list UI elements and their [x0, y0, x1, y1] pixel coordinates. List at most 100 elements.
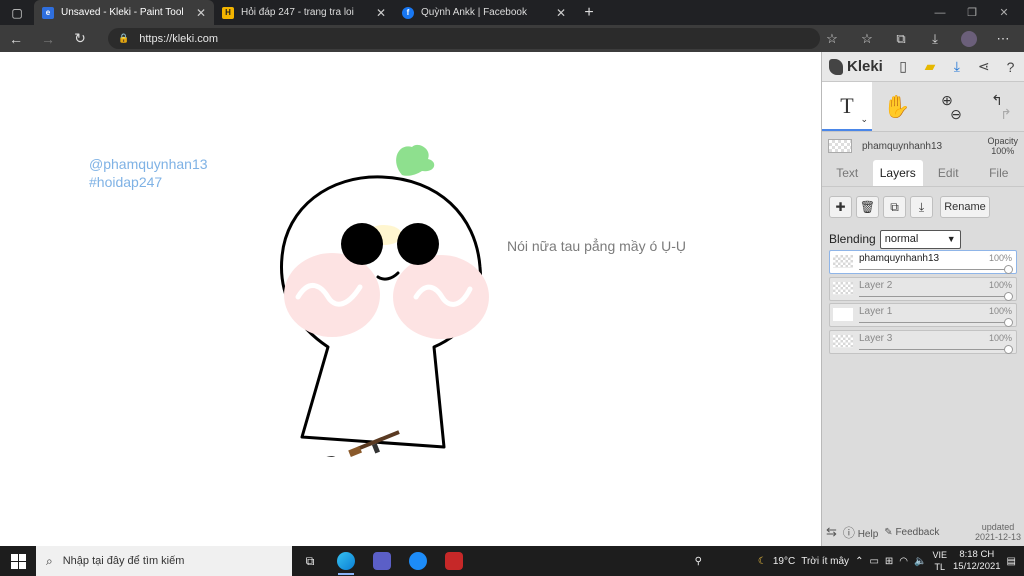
favorites-icon[interactable]: ☆: [851, 25, 883, 52]
clock-date: 15/12/2021: [953, 561, 1001, 572]
help-circle-icon[interactable]: ?: [997, 59, 1024, 75]
layer-thumbnail: [833, 281, 853, 295]
chevron-down-icon[interactable]: ⌄: [860, 114, 868, 125]
profile-avatar[interactable]: [953, 25, 985, 52]
clock[interactable]: 8:18 CH 15/12/2021: [953, 549, 1001, 573]
swap-sides-icon[interactable]: ⇆: [826, 524, 837, 540]
forward-icon[interactable]: →: [32, 31, 64, 47]
tab-file[interactable]: File: [974, 160, 1024, 186]
layer-name: phamquynhanh13: [859, 253, 940, 264]
tab-edit[interactable]: Edit: [923, 160, 974, 186]
layer-item[interactable]: Layer 2 100%: [829, 276, 1017, 301]
zoom-in-icon[interactable]: ⊕: [941, 93, 953, 107]
merge-layer-button[interactable]: ⤓: [910, 196, 933, 218]
teams-app-icon[interactable]: [364, 546, 400, 576]
weather-text[interactable]: Trời ít mây: [801, 556, 849, 567]
layer-opacity: 100%: [988, 253, 1012, 263]
layer-opacity-track[interactable]: [859, 295, 1010, 297]
tab-hoidap[interactable]: H Hỏi đáp 247 - trang tra loi ✕: [214, 0, 394, 25]
windows-taskbar: ⌕ Nhập tại đây để tìm kiếm ⧉ ⚲ ☾ 19°C Tr…: [0, 546, 1024, 576]
network-icon[interactable]: ▭: [869, 556, 878, 567]
notifications-icon[interactable]: ▤: [1007, 556, 1016, 567]
minimize-icon[interactable]: —: [924, 0, 956, 25]
layer-opacity-handle[interactable]: [1004, 265, 1013, 274]
opacity-label: Opacity: [987, 136, 1018, 146]
more-menu-icon[interactable]: ⋯: [987, 25, 1019, 52]
layer-opacity-handle[interactable]: [1004, 344, 1013, 354]
tab-kleki[interactable]: e Unsaved - Kleki - Paint Tool ✕: [34, 0, 214, 25]
blending-select[interactable]: normal ▼: [879, 229, 961, 249]
tracking-icon[interactable]: ☆: [816, 25, 848, 52]
layer-opacity-track[interactable]: [859, 269, 1010, 270]
layer-item[interactable]: Layer 1 100%: [829, 303, 1017, 327]
downloads-icon[interactable]: ⤓: [919, 25, 951, 52]
share-icon[interactable]: ⋖: [970, 58, 997, 75]
layer-item[interactable]: phamquynhanh13 100%: [829, 250, 1017, 274]
text-tool-button[interactable]: T ⌄: [822, 82, 872, 131]
url-field[interactable]: 🔒 https://kleki.com: [108, 28, 820, 49]
duplicate-layer-button[interactable]: ⧉: [883, 196, 906, 218]
tab-layers[interactable]: Layers: [872, 160, 923, 186]
updated-info[interactable]: updated 2021-12-13: [975, 522, 1021, 542]
hand-tool-button[interactable]: ✋: [872, 82, 922, 131]
layer-name: Layer 2: [859, 279, 893, 291]
tab-actions-icon[interactable]: ▢: [0, 0, 34, 25]
feedback-button[interactable]: ✎ Feedback: [884, 527, 939, 538]
blending-value: normal: [884, 233, 919, 245]
tool-row: T ⌄ ✋ ⊕ ⊖ ↰ ↱: [822, 82, 1024, 132]
kleki-logo[interactable]: Kleki: [822, 58, 890, 75]
layer-list: phamquynhanh13 100% Layer 2 100% Layer 1…: [829, 250, 1017, 356]
system-tray: ⚲ ☾ 19°C Trời ít mây ⌃ ▭ ⊞ ◠ 🔈 VIE TL 8:…: [695, 546, 1024, 576]
layer-opacity-track[interactable]: [859, 322, 1010, 323]
wifi-icon[interactable]: ◠: [899, 556, 908, 567]
reload-icon[interactable]: ↻: [64, 30, 96, 47]
collections-icon[interactable]: ⧉: [885, 25, 917, 52]
people-icon[interactable]: ⚲: [695, 556, 702, 567]
close-tab-icon[interactable]: ✕: [196, 6, 206, 20]
restore-icon[interactable]: ❐: [956, 0, 988, 25]
undo-icon[interactable]: ↰: [991, 93, 1003, 107]
add-layer-button[interactable]: ✚: [829, 196, 852, 218]
panel-header: Kleki ▯ ▰ ⤓ ⋖ ?: [822, 52, 1024, 82]
layer-opacity-track[interactable]: [859, 348, 1010, 350]
layer-name: Layer 3: [859, 332, 893, 344]
new-tab-button[interactable]: +: [574, 0, 604, 25]
device-icon[interactable]: ⊞: [885, 556, 893, 567]
rename-layer-button[interactable]: Rename: [940, 196, 990, 218]
chevron-down-icon: ▼: [946, 234, 956, 244]
close-window-icon[interactable]: ✕: [988, 0, 1020, 25]
task-view-icon[interactable]: ⧉: [292, 546, 328, 576]
new-file-icon[interactable]: ▯: [890, 58, 917, 75]
delete-layer-button[interactable]: 🗑: [856, 196, 879, 218]
zoom-out-icon[interactable]: ⊖: [950, 107, 962, 121]
brush-thumbnail: [828, 139, 852, 153]
open-folder-icon[interactable]: ▰: [917, 58, 944, 75]
back-icon[interactable]: ←: [0, 31, 32, 47]
save-download-icon[interactable]: ⤓: [943, 58, 970, 75]
tab-text[interactable]: Text: [822, 160, 873, 186]
tab-bar: ▢ e Unsaved - Kleki - Paint Tool ✕ H Hỏi…: [0, 0, 1024, 25]
kleki-logo-icon: [829, 58, 843, 75]
opacity-readout[interactable]: Opacity 100%: [987, 136, 1018, 156]
close-tab-icon[interactable]: ✕: [376, 6, 386, 20]
media-app-icon[interactable]: [436, 546, 472, 576]
close-tab-icon[interactable]: ✕: [556, 6, 566, 20]
drawing-canvas[interactable]: @phamquynhan13 #hoidap247 Nói nữa tau pẳ…: [0, 52, 821, 546]
layer-opacity-handle[interactable]: [1004, 291, 1013, 301]
language-indicator[interactable]: VIE TL: [932, 549, 947, 573]
weather-temp[interactable]: 19°C: [773, 556, 795, 567]
start-button[interactable]: [0, 546, 36, 576]
help-button[interactable]: ⓘ Help: [843, 524, 878, 541]
redo-icon[interactable]: ↱: [1000, 107, 1012, 121]
watermark: @phamquynhan13 #hoidap247: [89, 155, 208, 191]
edge-app-icon[interactable]: [328, 546, 364, 576]
chevron-up-icon[interactable]: ⌃: [855, 556, 863, 567]
url-text: https://kleki.com: [139, 32, 219, 45]
layer-opacity-handle[interactable]: [1004, 318, 1013, 327]
taskbar-search[interactable]: ⌕ Nhập tại đây để tìm kiếm: [36, 546, 292, 576]
tab-facebook[interactable]: f Quỳnh Ankk | Facebook ✕: [394, 0, 574, 25]
watermark-line2: #hoidap247: [89, 174, 163, 190]
volume-icon[interactable]: 🔈: [914, 556, 926, 567]
layer-item[interactable]: Layer 3 100%: [829, 329, 1017, 354]
zalo-app-icon[interactable]: [400, 546, 436, 576]
